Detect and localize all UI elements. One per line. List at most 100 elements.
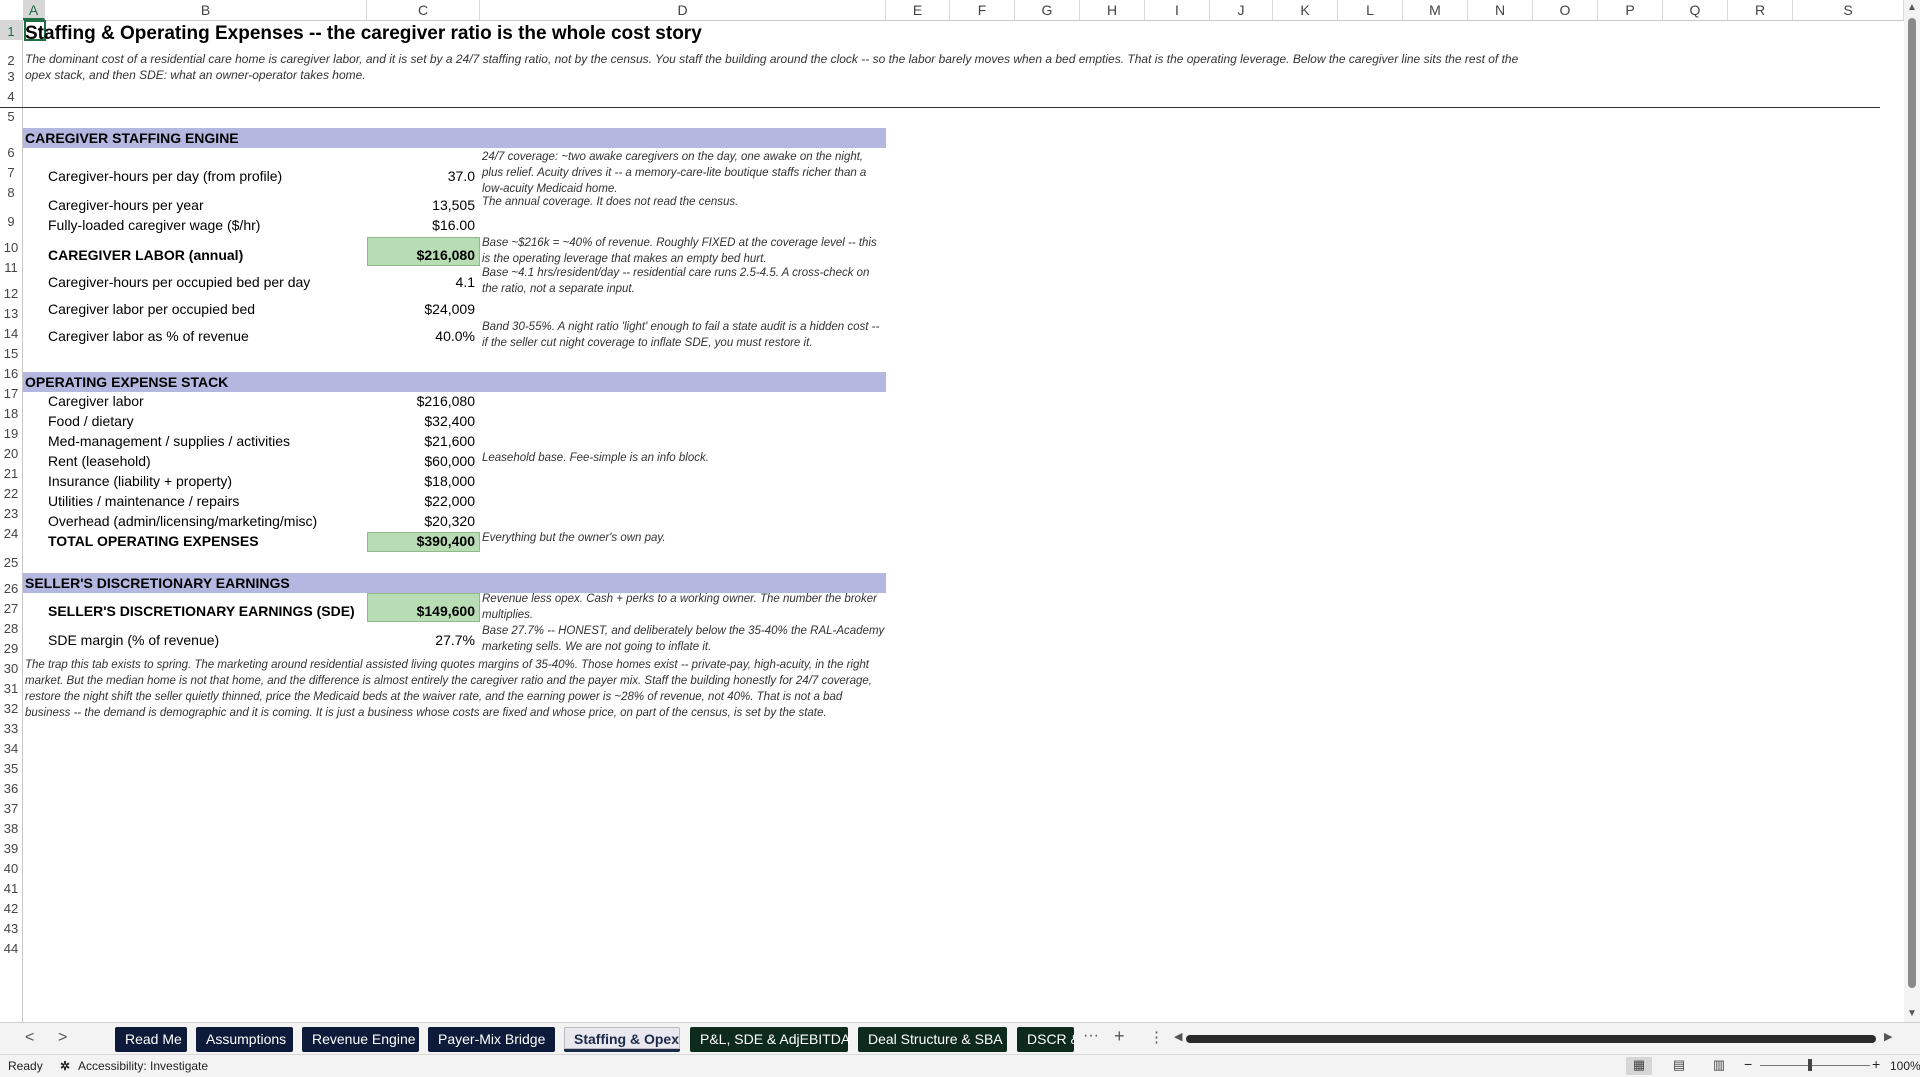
row-header[interactable]: 24 bbox=[0, 522, 22, 542]
row-value[interactable]: $18,000 bbox=[365, 473, 478, 489]
sheet-tab[interactable]: Assumptions bbox=[196, 1027, 293, 1052]
column-header[interactable]: G bbox=[1015, 0, 1080, 20]
column-header[interactable]: N bbox=[1468, 0, 1533, 20]
row-header[interactable]: 4 bbox=[0, 85, 22, 105]
row-header[interactable]: 21 bbox=[0, 462, 22, 482]
row-header[interactable]: 37 bbox=[0, 797, 22, 817]
row-header[interactable]: 23 bbox=[0, 502, 22, 522]
row-label[interactable]: Caregiver labor bbox=[48, 393, 144, 409]
tab-options-icon[interactable]: ⋮ bbox=[1149, 1028, 1164, 1046]
row-header[interactable]: 7 bbox=[0, 161, 22, 181]
row-value[interactable]: $22,000 bbox=[365, 493, 478, 509]
row-header[interactable]: 3 bbox=[0, 69, 22, 85]
row-header[interactable]: 34 bbox=[0, 737, 22, 757]
more-tabs-icon[interactable]: ··· bbox=[1083, 1027, 1099, 1045]
scroll-right-icon[interactable]: ▶ bbox=[1884, 1030, 1892, 1043]
row-header[interactable]: 41 bbox=[0, 877, 22, 897]
column-header[interactable]: I bbox=[1145, 0, 1210, 20]
row-header[interactable]: 11 bbox=[0, 256, 22, 276]
prev-sheet-icon[interactable]: < bbox=[25, 1029, 34, 1047]
row-label[interactable]: Med-management / supplies / activities bbox=[48, 433, 290, 449]
row-note[interactable]: The annual coverage. It does not read th… bbox=[482, 194, 887, 210]
column-header[interactable]: A bbox=[23, 0, 45, 20]
column-header[interactable]: E bbox=[886, 0, 950, 20]
row-label[interactable]: Caregiver-hours per day (from profile) bbox=[48, 168, 282, 184]
row-value[interactable]: 13,505 bbox=[365, 197, 478, 213]
vertical-scrollbar[interactable]: ▲ ▼ bbox=[1904, 0, 1920, 1022]
row-label[interactable]: Fully-loaded caregiver wage ($/hr) bbox=[48, 217, 260, 233]
row-header[interactable]: 14 bbox=[0, 322, 22, 342]
row-header[interactable]: 10 bbox=[0, 230, 22, 256]
column-header[interactable]: Q bbox=[1663, 0, 1728, 20]
row-header[interactable]: 35 bbox=[0, 757, 22, 777]
row-header[interactable]: 36 bbox=[0, 777, 22, 797]
sheet-tab[interactable]: Read Me bbox=[115, 1027, 187, 1052]
row-label[interactable]: Caregiver labor as % of revenue bbox=[48, 328, 249, 344]
add-sheet-icon[interactable]: + bbox=[1114, 1026, 1125, 1047]
row-header[interactable]: 31 bbox=[0, 677, 22, 697]
row-note[interactable]: Base 27.7% -- HONEST, and deliberately b… bbox=[482, 623, 887, 655]
row-value[interactable]: 27.7% bbox=[365, 632, 478, 648]
row-label[interactable]: Utilities / maintenance / repairs bbox=[48, 493, 239, 509]
row-header[interactable]: 16 bbox=[0, 362, 22, 382]
row-header[interactable]: 13 bbox=[0, 302, 22, 322]
row-value[interactable]: $216,080 bbox=[365, 393, 478, 409]
row-header[interactable]: 28 bbox=[0, 617, 22, 637]
row-header[interactable]: 2 bbox=[0, 40, 22, 69]
row-header[interactable]: 40 bbox=[0, 857, 22, 877]
row-header[interactable]: 9 bbox=[0, 201, 22, 230]
column-header[interactable]: D bbox=[480, 0, 886, 20]
sheet-tab[interactable]: Payer-Mix Bridge bbox=[428, 1027, 555, 1052]
vertical-scroll-thumb[interactable] bbox=[1908, 18, 1916, 988]
row-header[interactable]: 6 bbox=[0, 125, 22, 161]
row-value[interactable]: $20,320 bbox=[365, 513, 478, 529]
sheet-tab[interactable]: Staffing & Opex bbox=[564, 1027, 680, 1052]
row-label[interactable]: Rent (leasehold) bbox=[48, 453, 151, 469]
column-header[interactable]: H bbox=[1080, 0, 1145, 20]
row-label[interactable]: Insurance (liability + property) bbox=[48, 473, 232, 489]
row-header[interactable]: 25 bbox=[0, 542, 22, 571]
row-header[interactable]: 38 bbox=[0, 817, 22, 837]
row-note[interactable]: 24/7 coverage: ~two awake caregivers on … bbox=[482, 149, 887, 197]
zoom-level[interactable]: 100% bbox=[1890, 1059, 1920, 1073]
row-value[interactable]: $60,000 bbox=[365, 453, 478, 469]
row-header[interactable]: 5 bbox=[0, 105, 22, 125]
column-header[interactable]: S bbox=[1793, 0, 1904, 20]
row-header[interactable]: 29 bbox=[0, 637, 22, 657]
row-label[interactable]: Caregiver-hours per occupied bed per day bbox=[48, 274, 310, 290]
sheet-tab[interactable]: DSCR & bbox=[1017, 1027, 1074, 1052]
row-value[interactable]: $24,009 bbox=[365, 301, 478, 317]
row-header[interactable]: 19 bbox=[0, 422, 22, 442]
row-header[interactable]: 15 bbox=[0, 342, 22, 362]
sheet-tab[interactable]: Revenue Engine bbox=[302, 1027, 419, 1052]
row-header[interactable]: 43 bbox=[0, 917, 22, 937]
sheet-tab[interactable]: Deal Structure & SBA bbox=[858, 1027, 1007, 1052]
row-header[interactable]: 20 bbox=[0, 442, 22, 462]
row-value[interactable]: 37.0 bbox=[365, 168, 478, 184]
row-header[interactable]: 22 bbox=[0, 482, 22, 502]
column-header[interactable]: C bbox=[367, 0, 480, 20]
column-header[interactable]: R bbox=[1728, 0, 1793, 20]
row-header[interactable]: 44 bbox=[0, 937, 22, 957]
zoom-in-icon[interactable]: + bbox=[1872, 1056, 1880, 1072]
row-label[interactable]: TOTAL OPERATING EXPENSES bbox=[48, 533, 259, 549]
page-break-icon[interactable]: ▥ bbox=[1706, 1057, 1732, 1075]
row-header[interactable]: 30 bbox=[0, 657, 22, 677]
normal-view-icon[interactable]: ▦ bbox=[1626, 1057, 1652, 1075]
row-label[interactable]: SDE margin (% of revenue) bbox=[48, 632, 219, 648]
zoom-slider-thumb[interactable] bbox=[1808, 1059, 1812, 1071]
next-sheet-icon[interactable]: > bbox=[58, 1029, 67, 1047]
page-layout-icon[interactable]: ▤ bbox=[1666, 1057, 1692, 1075]
row-header[interactable]: 18 bbox=[0, 402, 22, 422]
scroll-down-icon[interactable]: ▼ bbox=[1907, 1008, 1917, 1019]
row-value[interactable]: $32,400 bbox=[365, 413, 478, 429]
zoom-out-icon[interactable]: − bbox=[1744, 1056, 1752, 1072]
row-value[interactable]: $16.00 bbox=[365, 217, 478, 233]
accessibility-status[interactable]: Accessibility: Investigate bbox=[78, 1059, 208, 1073]
row-note[interactable]: Revenue less opex. Cash + perks to a wor… bbox=[482, 591, 887, 623]
zoom-slider[interactable] bbox=[1760, 1065, 1870, 1066]
row-value[interactable]: $21,600 bbox=[365, 433, 478, 449]
row-value[interactable]: $149,600 bbox=[365, 603, 478, 619]
horizontal-scrollbar[interactable] bbox=[1176, 1033, 1896, 1045]
row-label[interactable]: Caregiver labor per occupied bed bbox=[48, 301, 255, 317]
